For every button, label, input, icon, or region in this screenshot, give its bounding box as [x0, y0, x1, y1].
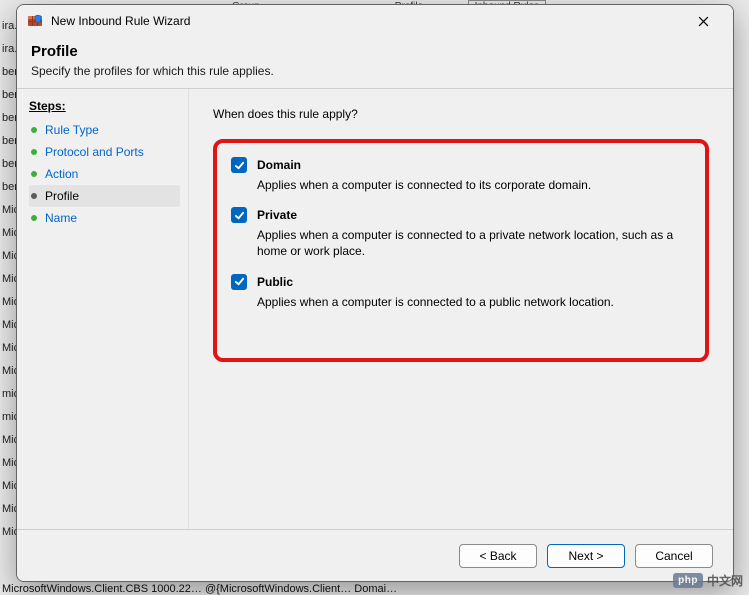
page-subtitle: Specify the profiles for which this rule…: [31, 64, 719, 78]
annotation-highlight-box: Domain Applies when a computer is connect…: [213, 139, 709, 362]
step-profile: Profile: [29, 185, 180, 207]
step-label: Name: [45, 211, 77, 225]
step-bullet-icon: [31, 193, 37, 199]
titlebar: New Inbound Rule Wizard: [17, 5, 733, 37]
window-title: New Inbound Rule Wizard: [51, 14, 681, 28]
option-description: Applies when a computer is connected to …: [257, 294, 691, 310]
wizard-dialog: New Inbound Rule Wizard Profile Specify …: [16, 4, 734, 582]
option-description: Applies when a computer is connected to …: [257, 177, 691, 193]
cancel-button[interactable]: Cancel: [635, 544, 713, 568]
back-button[interactable]: < Back: [459, 544, 537, 568]
step-rule-type[interactable]: Rule Type: [29, 119, 180, 141]
option-label[interactable]: Private: [257, 208, 297, 222]
step-label: Rule Type: [45, 123, 99, 137]
step-bullet-icon: [31, 127, 37, 133]
step-action[interactable]: Action: [29, 163, 180, 185]
close-button[interactable]: [681, 7, 725, 35]
steps-sidebar: Steps: Rule Type Protocol and Ports Action…: [17, 89, 189, 529]
option-label[interactable]: Public: [257, 275, 293, 289]
step-bullet-icon: [31, 215, 37, 221]
profile-option-private: Private Applies when a computer is connec…: [231, 207, 691, 259]
profile-option-public: Public Applies when a computer is connect…: [231, 274, 691, 310]
checkbox-public[interactable]: [231, 274, 247, 290]
step-name[interactable]: Name: [29, 207, 180, 229]
steps-heading: Steps:: [29, 99, 180, 113]
close-icon: [698, 16, 709, 27]
checkbox-domain[interactable]: [231, 157, 247, 173]
option-label[interactable]: Domain: [257, 158, 301, 172]
question-text: When does this rule apply?: [213, 107, 709, 121]
checkbox-private[interactable]: [231, 207, 247, 223]
step-label: Protocol and Ports: [45, 145, 144, 159]
wizard-footer: < Back Next > Cancel: [17, 529, 733, 581]
step-label: Profile: [45, 189, 79, 203]
step-label: Action: [45, 167, 78, 181]
wizard-content: When does this rule apply? Domain Applies…: [189, 89, 733, 529]
firewall-icon: [27, 13, 43, 29]
next-button[interactable]: Next >: [547, 544, 625, 568]
page-title: Profile: [31, 43, 719, 60]
profile-option-domain: Domain Applies when a computer is connect…: [231, 157, 691, 193]
step-protocol-and-ports[interactable]: Protocol and Ports: [29, 141, 180, 163]
background-status-text: MicrosoftWindows.Client.CBS 1000.22… @{M…: [0, 583, 397, 595]
step-bullet-icon: [31, 149, 37, 155]
wizard-header: Profile Specify the profiles for which t…: [17, 37, 733, 88]
option-description: Applies when a computer is connected to …: [257, 227, 691, 259]
step-bullet-icon: [31, 171, 37, 177]
